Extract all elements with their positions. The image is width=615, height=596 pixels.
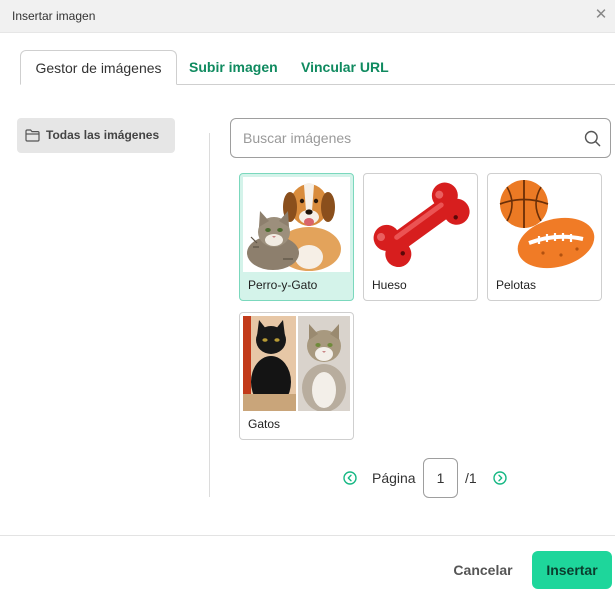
sidebar-item-label: Todas las imágenes	[46, 128, 160, 142]
insert-button[interactable]: Insertar	[532, 551, 612, 589]
image-card-label: Hueso	[372, 278, 407, 292]
chevron-right-circle-icon[interactable]	[493, 471, 507, 485]
tab-link-url[interactable]: Vincular URL	[301, 50, 389, 85]
image-card-label: Gatos	[248, 417, 281, 431]
cats-thumbnail	[243, 316, 350, 411]
page-label: Página	[372, 470, 416, 486]
sidebar-item-all-images[interactable]: Todas las imágenes	[17, 118, 175, 153]
image-card-pelotas[interactable]: Pelotas	[487, 173, 602, 301]
search-input[interactable]	[243, 128, 573, 148]
chevron-left-circle-icon[interactable]	[343, 471, 357, 485]
pagination: Página /1	[343, 458, 513, 498]
page-number-input[interactable]	[423, 458, 458, 498]
balls-thumbnail	[491, 177, 598, 272]
folder-icon	[25, 129, 40, 142]
footer-divider	[0, 535, 615, 536]
dialog-title: Insertar imagen	[12, 9, 96, 23]
search-icon[interactable]	[584, 130, 601, 147]
dog-and-cat-thumbnail	[243, 177, 350, 272]
cancel-button[interactable]: Cancelar	[447, 551, 519, 589]
page-total: /1	[465, 470, 477, 486]
tab-upload-image[interactable]: Subir imagen	[189, 50, 278, 85]
close-icon[interactable]: ✕	[591, 5, 611, 25]
tab-image-manager[interactable]: Gestor de imágenes	[20, 50, 177, 85]
bone-thumbnail	[367, 177, 474, 272]
search-box[interactable]	[230, 118, 611, 158]
panel-divider	[209, 133, 210, 497]
image-card-gatos[interactable]: Gatos	[239, 312, 354, 440]
image-card-label: Perro-y-Gato	[248, 278, 318, 292]
dialog-titlebar: Insertar imagen ✕	[0, 0, 615, 33]
image-card-hueso[interactable]: Hueso	[363, 173, 478, 301]
image-card-label: Pelotas	[496, 278, 537, 292]
image-card-perro-y-gato[interactable]: Perro-y-Gato	[239, 173, 354, 301]
